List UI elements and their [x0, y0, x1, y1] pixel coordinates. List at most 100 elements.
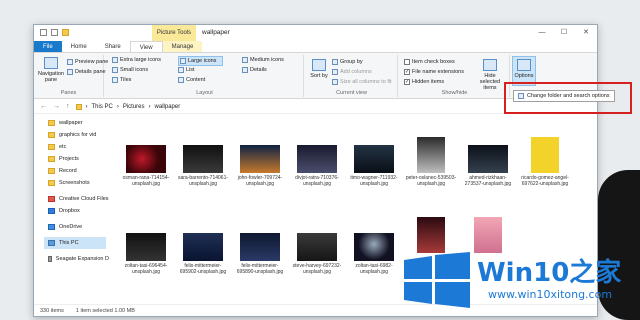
details-pane-button[interactable]: Details pane — [67, 69, 106, 75]
minimize-button[interactable]: — — [531, 25, 553, 41]
layout-tiles[interactable]: Tiles — [112, 77, 131, 83]
nav-item-onedrive[interactable]: OneDrive — [48, 221, 109, 233]
hide-selected-items-button[interactable]: Hide selected items — [474, 59, 506, 91]
layout-item-label: Medium icons — [250, 57, 284, 63]
tab-file[interactable]: File — [34, 41, 62, 52]
tab-view[interactable]: View — [129, 41, 163, 52]
hidden-items-toggle[interactable]: ✓ Hidden items — [404, 79, 444, 85]
panes-group: Navigation pane Preview pane Details pan… — [34, 55, 108, 97]
options-label: Options — [514, 73, 534, 79]
breadcrumb-pictures[interactable]: Pictures — [123, 104, 145, 110]
file-item[interactable]: felix-mittermeier-695902-unsplash.jpg — [177, 233, 229, 275]
file-name: john-fowler-709724-unsplash.jpg — [237, 175, 283, 187]
layout-item-label: Content — [186, 77, 206, 83]
preview-pane-button[interactable]: Preview pane — [67, 59, 108, 65]
add-columns-icon — [332, 69, 338, 75]
file-name: steve-harvey-697232-unsplash.jpg — [292, 263, 342, 275]
file-item[interactable]: timo-wagner-711932-unsplash.jpg — [348, 145, 400, 187]
preview-pane-label: Preview pane — [75, 59, 109, 65]
add-columns-button[interactable]: Add columns — [332, 69, 372, 75]
nav-item-label: Creative Cloud Files — [59, 196, 109, 202]
file-item[interactable]: osman-rana-714154-unsplash.jpg — [120, 145, 172, 187]
item-check-boxes-checkbox[interactable] — [404, 59, 410, 65]
nav-item-wallpaper[interactable]: wallpaper — [48, 117, 109, 129]
sort-by-button[interactable]: Sort by — [308, 59, 330, 79]
thumbnail — [417, 217, 445, 253]
properties-icon[interactable] — [40, 29, 47, 36]
file-item[interactable]: zoltan-tasi-696454-unsplash.jpg — [120, 233, 172, 275]
nav-item-dropbox[interactable]: Dropbox — [48, 205, 109, 217]
item-check-boxes-toggle[interactable]: Item check boxes — [404, 59, 455, 65]
navigation-pane-button[interactable]: Navigation pane — [37, 57, 65, 83]
file-name-extensions-checkbox[interactable]: ✓ — [404, 69, 410, 75]
layout-extra-large-icons[interactable]: Extra large icons — [112, 57, 161, 63]
hidden-items-label: Hidden items — [412, 79, 445, 85]
picture-tools-context-label: Picture Tools — [152, 25, 196, 41]
ribbon-tabs: File Home Share View Manage — [34, 41, 597, 53]
layout-item-label: Small icons — [120, 67, 149, 73]
nav-item-this-pc[interactable]: This PC — [44, 237, 106, 249]
details-pane-icon — [67, 69, 73, 75]
layout-details[interactable]: Details — [242, 67, 267, 73]
crumb-separator: › — [85, 103, 88, 110]
nav-item-etc[interactable]: etc — [48, 141, 109, 153]
layout-list[interactable]: List — [178, 67, 195, 73]
drive-icon — [48, 256, 52, 262]
file-item[interactable]: ricardo-gomez-angel-697622-unsplash.jpg — [519, 137, 571, 187]
layout-small-icons[interactable]: Small icons — [112, 67, 148, 73]
thumbnail — [354, 233, 394, 261]
tab-home[interactable]: Home — [62, 41, 96, 52]
folder-icon — [48, 132, 55, 138]
forward-arrow-icon[interactable]: → — [53, 103, 60, 110]
nav-item-label: Record — [59, 168, 77, 174]
size-columns-button[interactable]: Size all columns to fit — [332, 79, 392, 85]
nav-item-record[interactable]: Record — [48, 165, 109, 177]
large-icons-icon — [180, 58, 186, 64]
size-columns-icon — [332, 79, 338, 85]
navigation-pane: wallpaper graphics for vid etc Projects … — [34, 117, 109, 295]
thumbnail — [183, 145, 223, 173]
folder-icon — [75, 103, 82, 110]
nav-item-screenshots[interactable]: Screenshots — [48, 177, 109, 189]
back-arrow-icon[interactable]: ← — [40, 103, 47, 110]
file-item[interactable]: felix-mittermeier-695890-unsplash.jpg — [234, 233, 286, 275]
file-name-extensions-toggle[interactable]: ✓ File name extensions — [404, 69, 464, 75]
file-item[interactable]: john-fowler-709724-unsplash.jpg — [234, 145, 286, 187]
window-title: wallpaper — [202, 29, 230, 36]
new-folder-icon[interactable] — [62, 29, 69, 36]
file-item[interactable]: zoltan-tasi-6982-unsplash.jpg — [348, 233, 400, 275]
layout-large-icons[interactable]: Large icons — [178, 56, 224, 66]
layout-medium-icons[interactable]: Medium icons — [242, 57, 284, 63]
panes-group-label: Panes — [60, 90, 77, 96]
sort-icon — [312, 59, 326, 71]
thumbnail — [354, 145, 394, 173]
file-item[interactable]: steve-harvey-697232-unsplash.jpg — [291, 233, 343, 275]
file-item[interactable]: peter-oslanec-539503-unsplash.jpg — [405, 137, 457, 187]
checkmark-icon[interactable] — [51, 29, 58, 36]
breadcrumb-this-pc[interactable]: This PC — [92, 104, 113, 110]
tab-share[interactable]: Share — [96, 41, 130, 52]
maximize-button[interactable]: ☐ — [553, 25, 575, 41]
group-by-button[interactable]: Group by — [332, 59, 363, 65]
breadcrumb-wallpaper[interactable]: wallpaper — [155, 104, 181, 110]
show-hide-group: Item check boxes ✓ File name extensions ✓… — [400, 55, 510, 97]
close-button[interactable]: ✕ — [575, 25, 597, 41]
extra-large-icons-icon — [112, 57, 118, 63]
nav-item-graphics[interactable]: graphics for vid — [48, 129, 109, 141]
up-arrow-icon[interactable]: ↑ — [66, 103, 70, 110]
layout-content[interactable]: Content — [178, 77, 205, 83]
breadcrumb: › This PC › Pictures › wallpaper — [75, 103, 181, 110]
file-item[interactable]: divjot-ratra-710376-unsplash.jpg — [291, 145, 343, 187]
hidden-items-checkbox[interactable]: ✓ — [404, 79, 410, 85]
nav-item-creative-cloud[interactable]: Creative Cloud Files — [48, 193, 109, 205]
file-item[interactable] — [405, 217, 457, 255]
nav-item-seagate[interactable]: Seagate Expansion D — [48, 253, 109, 265]
sort-by-label: Sort by — [310, 73, 328, 79]
nav-item-projects[interactable]: Projects — [48, 153, 109, 165]
file-item[interactable]: ahmed-rizkhaan-273537-unsplash.jpg — [462, 145, 514, 187]
file-name-extensions-label: File name extensions — [412, 69, 464, 75]
file-item[interactable] — [462, 217, 514, 255]
tab-manage[interactable]: Manage — [162, 41, 203, 52]
file-item[interactable]: sara-barrento-714061-unsplash.jpg — [177, 145, 229, 187]
nav-item-label: wallpaper — [59, 120, 83, 126]
